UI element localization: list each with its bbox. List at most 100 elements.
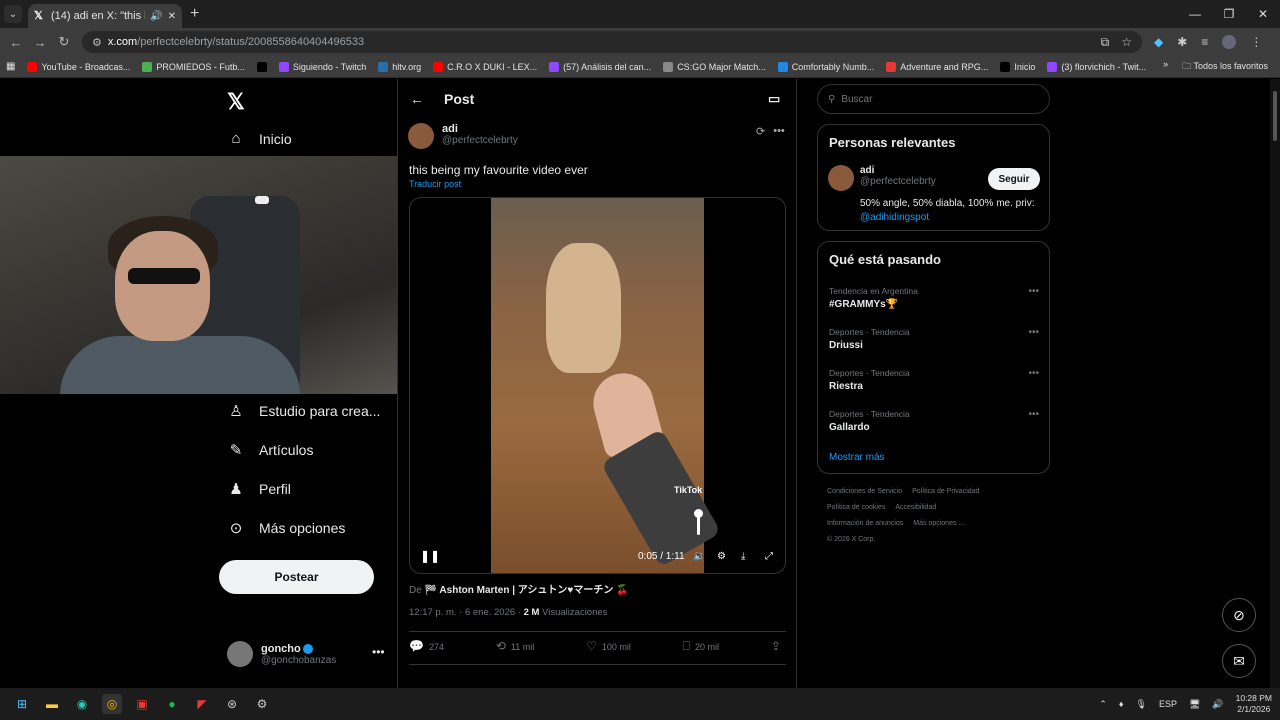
- media-control-icon[interactable]: ≡: [1201, 35, 1208, 49]
- trend-menu-icon[interactable]: •••: [1028, 368, 1039, 379]
- extensions-puzzle-icon[interactable]: ✱: [1177, 35, 1187, 49]
- avatar[interactable]: [828, 165, 854, 191]
- edge-icon[interactable]: ◉: [72, 694, 92, 714]
- follow-button[interactable]: Seguir: [988, 168, 1040, 190]
- trend-item[interactable]: Deportes · Tendencia Riestra •••: [829, 368, 1039, 392]
- network-icon[interactable]: 🖥: [1189, 699, 1200, 710]
- minimize-player-icon[interactable]: ⤓: [741, 551, 745, 562]
- post-menu-icon[interactable]: •••: [773, 125, 785, 138]
- app-icon[interactable]: ◤: [192, 694, 212, 714]
- site-info-icon[interactable]: ⚙: [92, 36, 102, 49]
- speaker-icon[interactable]: 🔊: [150, 11, 162, 22]
- profile-avatar[interactable]: [1222, 35, 1237, 49]
- pause-icon[interactable]: ❚❚: [420, 549, 440, 563]
- author-handle[interactable]: @perfectcelebrty: [442, 135, 518, 146]
- bookmark-item[interactable]: [256, 61, 267, 72]
- nav-articles[interactable]: ✎ Artículos: [227, 441, 314, 459]
- x-logo-icon[interactable]: 𝕏: [227, 89, 245, 115]
- like-button[interactable]: ♡ 100 mil: [586, 639, 631, 654]
- account-menu-icon[interactable]: •••: [372, 645, 385, 659]
- bookmark-item[interactable]: Siguiendo - Twitch: [278, 61, 366, 72]
- grok-icon[interactable]: ⟳: [756, 125, 765, 138]
- footer-link[interactable]: Accesibilidad: [895, 504, 936, 511]
- relevant-user-name[interactable]: adi: [860, 165, 936, 176]
- clock[interactable]: 10:28 PM 2/1/2026: [1236, 693, 1272, 715]
- forward-button[interactable]: →: [28, 35, 52, 50]
- install-app-icon[interactable]: ⧉: [1101, 35, 1110, 50]
- bookmark-item[interactable]: Inicio: [1000, 61, 1035, 72]
- extension-icon[interactable]: ◆: [1154, 35, 1163, 49]
- trend-item[interactable]: Tendencia en Argentina #GRAMMYs🏆 •••: [829, 286, 1039, 310]
- post-author[interactable]: adi @perfectcelebrty: [408, 123, 518, 149]
- bookmark-button[interactable]: ⎕ 20 mil: [683, 639, 719, 654]
- app-icon[interactable]: ⊛: [222, 694, 242, 714]
- trend-menu-icon[interactable]: •••: [1028, 327, 1039, 338]
- messages-fab-button[interactable]: ✉: [1222, 644, 1256, 678]
- relevant-user[interactable]: adi @perfectcelebrty: [828, 165, 936, 191]
- microphone-icon[interactable]: 🎙: [1136, 699, 1147, 710]
- tab-search-button[interactable]: ⌄: [4, 5, 22, 23]
- bookmark-item[interactable]: PROMIEDOS - Futb...: [142, 61, 245, 72]
- bookmark-item[interactable]: (3) florvichich - Twit...: [1047, 61, 1146, 72]
- translate-link[interactable]: Traducir post: [409, 179, 461, 189]
- author-avatar[interactable]: [408, 123, 434, 149]
- bookmark-item[interactable]: Adventure and RPG...: [886, 61, 988, 72]
- close-tab-icon[interactable]: ✕: [168, 11, 176, 22]
- repost-button[interactable]: ⟲ 11 mil: [496, 639, 534, 654]
- reload-button[interactable]: ↻: [52, 34, 76, 50]
- file-explorer-icon[interactable]: ▬: [42, 694, 62, 714]
- bookmark-item[interactable]: Comfortably Numb...: [777, 61, 874, 72]
- account-switcher[interactable]: goncho @gonchobanzas •••: [227, 641, 385, 667]
- new-tab-button[interactable]: +: [190, 5, 199, 23]
- back-button[interactable]: ←: [4, 35, 28, 50]
- relevant-user-handle[interactable]: @perfectcelebrty: [860, 176, 936, 187]
- share-button[interactable]: ⇪: [771, 639, 786, 654]
- volume-tray-icon[interactable]: 🔊: [1212, 699, 1223, 710]
- trend-menu-icon[interactable]: •••: [1028, 286, 1039, 297]
- footer-link[interactable]: Más opciones ...: [913, 520, 964, 527]
- bookmark-item[interactable]: YouTube - Broadcas...: [27, 61, 130, 72]
- volume-icon[interactable]: 🔉: [693, 551, 705, 562]
- bookmark-star-icon[interactable]: ☆: [1121, 35, 1132, 50]
- post-timestamp[interactable]: 12:17 p. m. · 6 ene. 2026 ·: [409, 607, 521, 618]
- reply-button[interactable]: 💬 274: [409, 639, 444, 654]
- nav-studio[interactable]: ♙ Estudio para crea...: [227, 402, 380, 420]
- source-name[interactable]: 🏁 Ashton Marten | アシュトン♥マーチン 🍒: [425, 585, 629, 596]
- author-name[interactable]: adi: [442, 123, 518, 135]
- tray-app-icon[interactable]: ♦: [1119, 699, 1124, 709]
- minimize-button[interactable]: —: [1178, 0, 1212, 28]
- nav-profile[interactable]: ♟ Perfil: [227, 480, 291, 498]
- maximize-button[interactable]: ❐: [1212, 0, 1246, 28]
- bookmark-item[interactable]: (57) Análisis del can...: [549, 61, 651, 72]
- video-player[interactable]: TikTok ❚❚ 0:05 / 1:11 🔉 ⚙ ⤓ ⤢: [409, 197, 786, 574]
- search-input[interactable]: ⚲ Buscar: [817, 84, 1050, 114]
- bookmark-item[interactable]: hltv.org: [378, 61, 421, 72]
- language-indicator[interactable]: ESP: [1159, 699, 1177, 709]
- tray-overflow-icon[interactable]: ⌃: [1099, 699, 1107, 710]
- footer-link[interactable]: Política de Privacidad: [912, 488, 979, 495]
- apps-grid-icon[interactable]: ▦: [6, 61, 15, 72]
- bookmark-item[interactable]: C.R.O X DUKI - LEX...: [433, 61, 537, 72]
- url-bar[interactable]: ⚙ x.com/perfectcelebrty/status/200855864…: [82, 31, 1142, 53]
- footer-link[interactable]: Información de anuncios: [827, 520, 903, 527]
- chrome-menu-icon[interactable]: ⋮: [1250, 35, 1262, 49]
- app-icon[interactable]: ▣: [132, 694, 152, 714]
- browser-tab[interactable]: 𝕏 (14) adi en X: "this being m 🔊 ✕: [28, 4, 182, 28]
- trend-item[interactable]: Deportes · Tendencia Gallardo •••: [829, 409, 1039, 433]
- nav-more[interactable]: ⊙ Más opciones: [227, 519, 346, 537]
- show-more-link[interactable]: Mostrar más: [829, 452, 885, 463]
- all-bookmarks-folder[interactable]: 🗀 Todos los favoritos: [1182, 59, 1268, 75]
- steam-icon[interactable]: ⚙: [252, 694, 272, 714]
- spotify-icon[interactable]: ●: [162, 694, 182, 714]
- page-scrollbar[interactable]: [1270, 79, 1280, 688]
- reader-mode-icon[interactable]: ▭: [768, 91, 780, 107]
- volume-handle[interactable]: [694, 509, 703, 518]
- bio-link[interactable]: @adihidingspot: [860, 212, 929, 223]
- video-source[interactable]: De 🏁 Ashton Marten | アシュトン♥マーチン 🍒: [409, 581, 629, 596]
- footer-link[interactable]: Política de cookies: [827, 504, 885, 511]
- windows-start-icon[interactable]: ⊞: [12, 694, 32, 714]
- trend-item[interactable]: Deportes · Tendencia Driussi •••: [829, 327, 1039, 351]
- back-arrow-icon[interactable]: ←: [410, 91, 424, 107]
- nav-home[interactable]: ⌂ Inicio: [227, 130, 291, 147]
- footer-link[interactable]: Condiciones de Servicio: [827, 488, 902, 495]
